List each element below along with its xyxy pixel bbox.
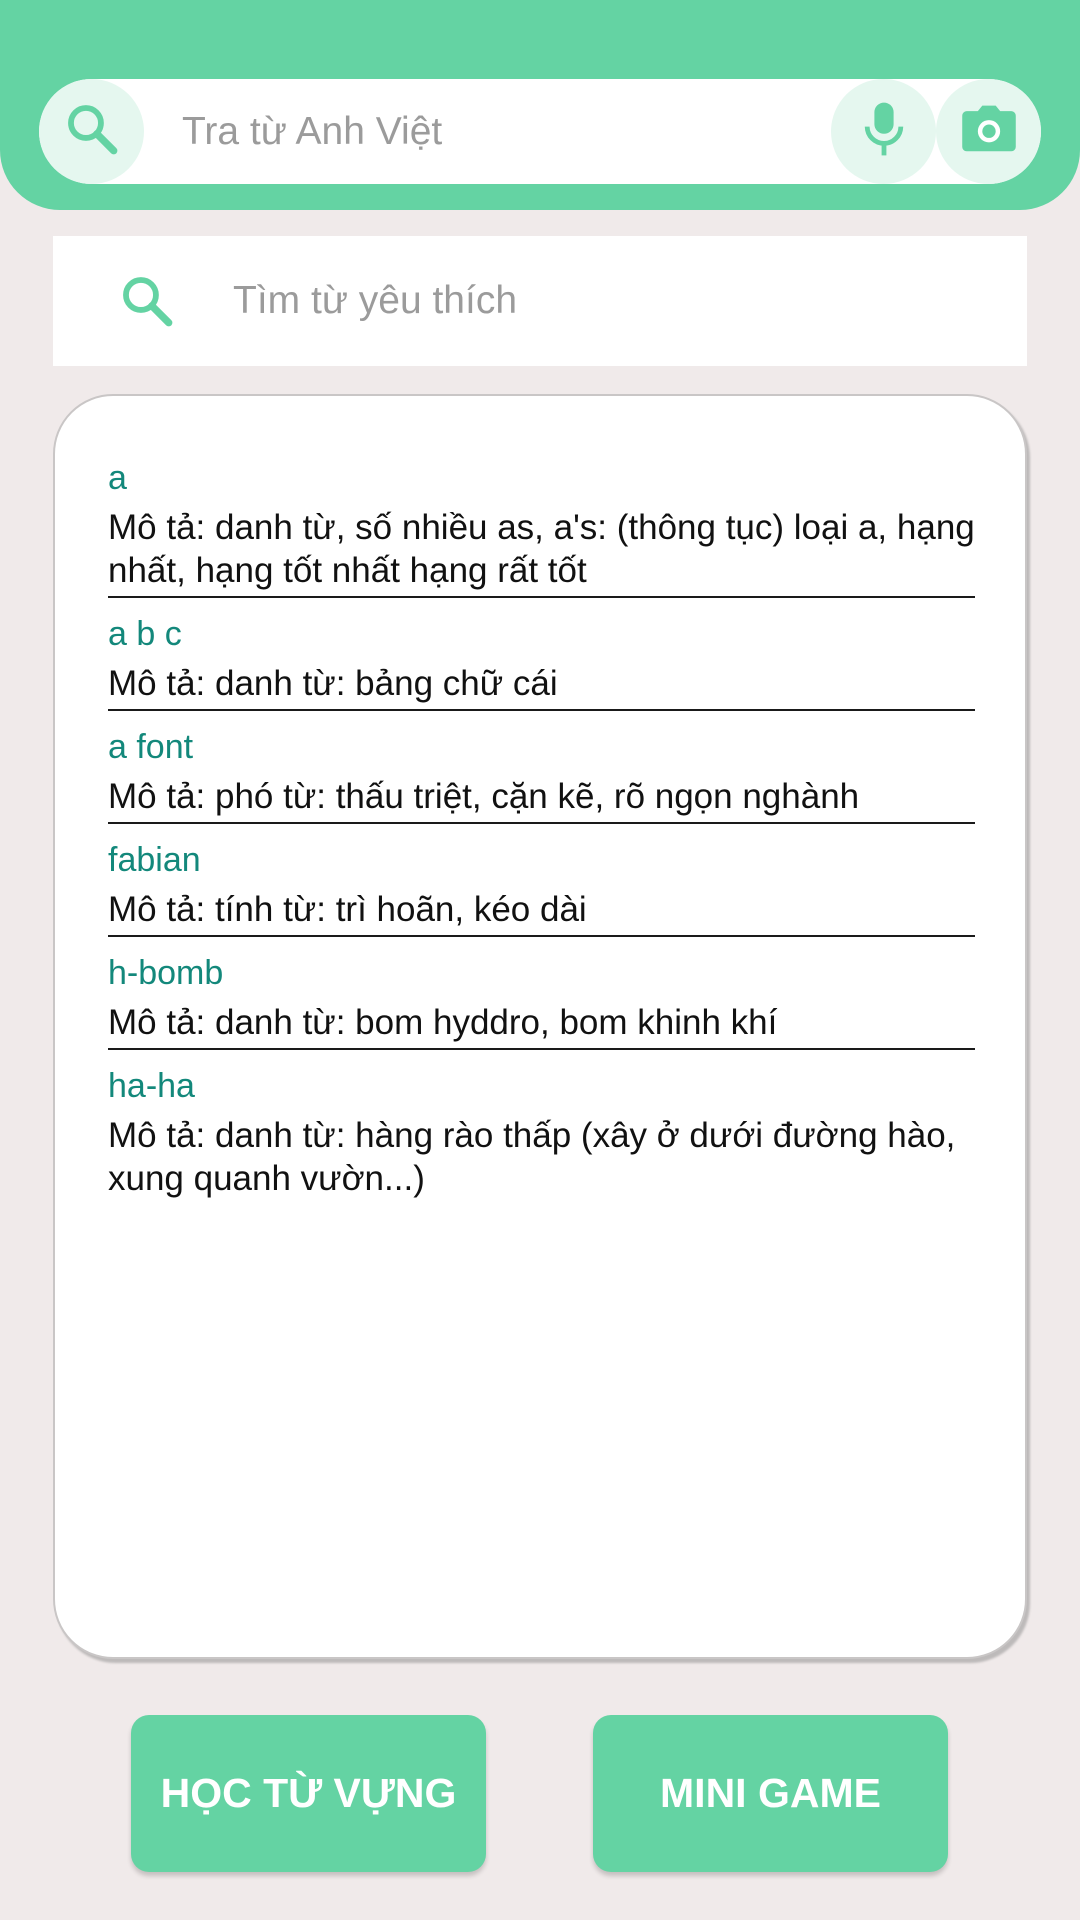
list-item[interactable]: a Mô tả: danh từ, số nhiều as, a's: (thô… bbox=[108, 456, 975, 598]
list-item[interactable]: fabian Mô tả: tính từ: trì hoãn, kéo dài bbox=[108, 824, 975, 937]
favorites-search-input[interactable] bbox=[233, 236, 993, 366]
entry-word: ha-ha bbox=[108, 1067, 195, 1105]
camera-icon bbox=[960, 103, 1018, 160]
entry-description: Mô tả: danh từ: bom hyddro, bom khinh kh… bbox=[108, 1003, 778, 1042]
entry-description: Mô tả: phó từ: thấu triệt, cặn kẽ, rõ ng… bbox=[108, 777, 860, 816]
entry-word: a bbox=[108, 459, 127, 497]
search-icon bbox=[113, 267, 181, 335]
favorites-list: a Mô tả: danh từ, số nhiều as, a's: (thô… bbox=[53, 394, 1027, 1659]
search-button[interactable] bbox=[39, 79, 144, 184]
entry-word: h-bomb bbox=[108, 954, 224, 992]
entry-description: Mô tả: danh từ, số nhiều as, a's: (thông… bbox=[108, 508, 975, 590]
dictionary-search-bar bbox=[39, 79, 1041, 184]
camera-search-button[interactable] bbox=[936, 79, 1041, 184]
list-item[interactable]: a font Mô tả: phó từ: thấu triệt, cặn kẽ… bbox=[108, 711, 975, 824]
dictionary-search-input[interactable] bbox=[182, 79, 822, 184]
entry-word: a b c bbox=[108, 615, 182, 653]
entry-word: fabian bbox=[108, 841, 201, 879]
entry-description: Mô tả: danh từ: hàng rào thấp (xây ở dướ… bbox=[108, 1116, 956, 1198]
entry-description: Mô tả: danh từ: bảng chữ cái bbox=[108, 664, 558, 703]
list-item[interactable]: h-bomb Mô tả: danh từ: bom hyddro, bom k… bbox=[108, 937, 975, 1050]
learn-vocabulary-button[interactable]: HỌC TỪ VỰNG bbox=[131, 1715, 486, 1872]
search-icon bbox=[63, 100, 121, 163]
list-item[interactable]: ha-ha Mô tả: danh từ: hàng rào thấp (xây… bbox=[108, 1050, 975, 1204]
entry-description: Mô tả: tính từ: trì hoãn, kéo dài bbox=[108, 890, 587, 929]
entry-word: a font bbox=[108, 728, 194, 766]
mini-game-button[interactable]: MINI GAME bbox=[593, 1715, 948, 1872]
microphone-icon bbox=[860, 100, 908, 163]
favorites-search-box bbox=[53, 236, 1027, 366]
list-item[interactable]: a b c Mô tả: danh từ: bảng chữ cái bbox=[108, 598, 975, 711]
voice-search-button[interactable] bbox=[831, 79, 936, 184]
header-bar bbox=[0, 0, 1080, 210]
